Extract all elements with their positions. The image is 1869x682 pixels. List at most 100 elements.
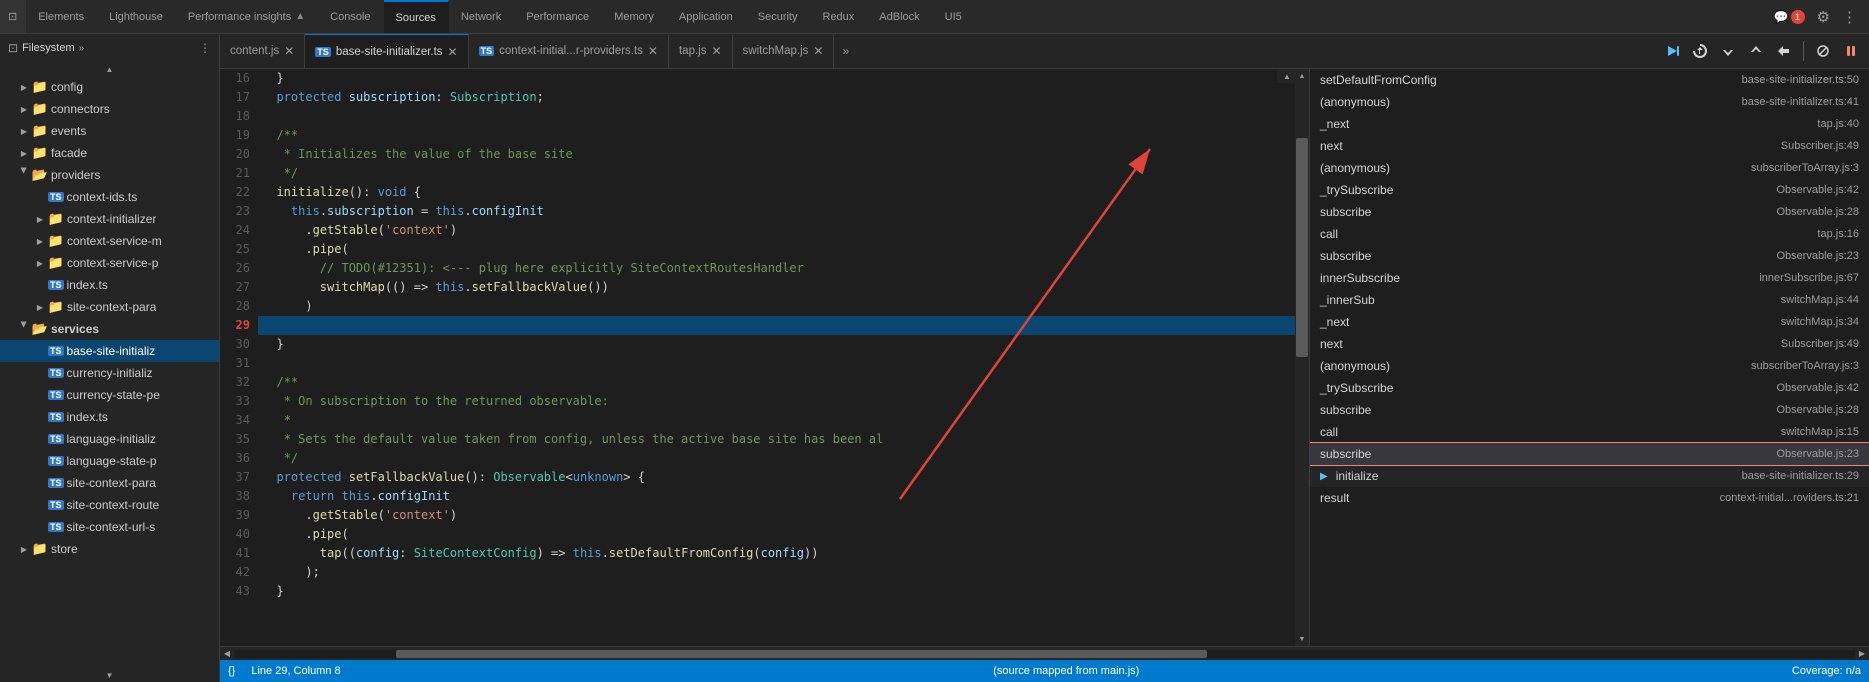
sidebar-item-store[interactable]: ▶ 📁 store [0,538,219,560]
hscroll-left-btn[interactable]: ◀ [220,649,234,658]
code-content[interactable]: } protected subscription: Subscription; … [258,69,1295,646]
status-curly-braces[interactable]: {} [228,665,235,677]
call-stack-item-result[interactable]: result context-initial...roviders.ts:21 [1310,487,1869,509]
sidebar-options-button[interactable]: ⋮ [199,41,211,55]
sidebar-item-language-state-p[interactable]: TS language-state-p [0,450,219,472]
sidebar-item-providers[interactable]: ▶ 📂 providers [0,164,219,186]
call-stack-item-next-tap[interactable]: _next tap.js:40 [1310,113,1869,135]
file-tab-close-btn[interactable]: ✕ [284,44,294,58]
hscroll-thumb[interactable] [396,650,1207,658]
more-menu-button[interactable]: ⋮ [1838,8,1861,26]
file-tab-content-js[interactable]: content.js ✕ [220,34,305,68]
panel-toggle-btn[interactable]: ⊡ [0,0,26,33]
file-tab-close-btn[interactable]: ✕ [711,44,721,58]
file-tab-tap-js[interactable]: tap.js ✕ [669,34,733,68]
call-stack-file-label: tap.js:16 [1817,228,1859,240]
tab-ui5[interactable]: UI5 [933,0,975,33]
tab-redux-label: Redux [823,11,855,23]
code-editor[interactable]: ▲ 16 17 18 19 20 21 22 23 24 25 26 [220,69,1309,646]
call-stack-item-trysubscribe-1[interactable]: _trySubscribe Observable.js:42 [1310,179,1869,201]
vscroll-up-btn[interactable]: ▲ [1295,69,1309,83]
sidebar-item-services[interactable]: ▶ 📂 services [0,318,219,340]
tab-application[interactable]: Application [667,0,746,33]
file-tab-context-initial[interactable]: TS context-initial...r-providers.ts ✕ [469,34,669,68]
file-tab-base-site-initializer[interactable]: TS base-site-initializer.ts ✕ [305,34,468,68]
tab-redux[interactable]: Redux [811,0,868,33]
call-stack-item-trysubscribe-2[interactable]: _trySubscribe Observable.js:42 [1310,377,1869,399]
sidebar-item-currency-state-pe[interactable]: TS currency-state-pe [0,384,219,406]
file-tab-close-btn[interactable]: ✕ [648,44,658,58]
tab-console[interactable]: Console [318,0,383,33]
sidebar-scroll-down-btn[interactable]: ▼ [0,668,219,682]
settings-icon: ⚙ [1817,9,1830,26]
chat-button[interactable]: 💬 1 [1770,8,1809,26]
file-tabs-more-btn[interactable]: » [834,44,857,58]
debug-pause-btn[interactable] [1839,39,1863,63]
sidebar-item-config[interactable]: ▶ 📁 config [0,76,219,98]
call-stack-item-setdefaultfromconfig[interactable]: setDefaultFromConfig base-site-initializ… [1310,69,1869,91]
debug-step-over-btn[interactable] [1688,39,1712,63]
sidebar-item-language-initializ[interactable]: TS language-initializ [0,428,219,450]
code-scroll-up-btn[interactable]: ▲ [1277,69,1297,83]
sidebar-item-context-ids[interactable]: TS context-ids.ts [0,186,219,208]
status-position[interactable]: Line 29, Column 8 [251,665,340,677]
call-stack-item-anonymous-1[interactable]: (anonymous) base-site-initializer.ts:41 [1310,91,1869,113]
tab-elements[interactable]: Elements [26,0,97,33]
sidebar-item-context-initializer[interactable]: ▶ 📁 context-initializer [0,208,219,230]
sidebar-item-services-index[interactable]: TS index.ts [0,406,219,428]
tab-memory[interactable]: Memory [602,0,667,33]
hscroll-track[interactable] [234,650,1855,658]
debug-step-next-btn[interactable] [1772,39,1796,63]
vscroll-thumb[interactable] [1296,138,1308,358]
call-stack-item-subscribe-2[interactable]: subscribe Observable.js:23 [1310,245,1869,267]
call-stack-item-subscribe-selected[interactable]: subscribe Observable.js:23 [1310,443,1869,465]
debug-resume-btn[interactable] [1660,39,1684,63]
tab-adblock[interactable]: AdBlock [867,0,932,33]
call-stack-item-initialize[interactable]: ▶ initialize base-site-initializer.ts:29 [1310,465,1869,487]
tab-performance[interactable]: Performance [514,0,602,33]
sidebar-item-site-context-para-providers[interactable]: ▶ 📁 site-context-para [0,296,219,318]
call-stack-item-anonymous-2[interactable]: (anonymous) subscriberToArray.js:3 [1310,157,1869,179]
sidebar-item-connectors[interactable]: ▶ 📁 connectors [0,98,219,120]
sidebar-item-context-service-m[interactable]: ▶ 📁 context-service-m [0,230,219,252]
settings-button[interactable]: ⚙ [1813,8,1834,26]
sidebar-scroll-up-btn[interactable]: ▲ [0,62,219,76]
sidebar-expand-icon[interactable]: » [79,43,85,54]
debug-deactivate-btn[interactable] [1811,39,1835,63]
call-stack-item-innersubscribe[interactable]: innerSubscribe innerSubscribe.js:67 [1310,267,1869,289]
sidebar-item-site-context-para-svc[interactable]: TS site-context-para [0,472,219,494]
sidebar-item-site-context-route[interactable]: TS site-context-route [0,494,219,516]
code-scrollbar[interactable]: ▲ ▼ [1295,69,1309,646]
tab-performance-insights[interactable]: Performance insights ▲ [176,0,318,33]
sidebar-item-context-service-p[interactable]: ▶ 📁 context-service-p [0,252,219,274]
sidebar-item-base-site-initializer[interactable]: TS base-site-initializ [0,340,219,362]
call-stack-item-subscribe-1[interactable]: subscribe Observable.js:28 [1310,201,1869,223]
call-stack-item-next-subscriber[interactable]: next Subscriber.js:49 [1310,135,1869,157]
sidebar-panel-icon[interactable]: ⊡ [8,41,18,55]
call-stack-item-subscribe-3[interactable]: subscribe Observable.js:28 [1310,399,1869,421]
sidebar-item-currency-initializ[interactable]: TS currency-initializ [0,362,219,384]
debug-step-out-btn[interactable] [1744,39,1768,63]
debug-step-into-btn[interactable] [1716,39,1740,63]
call-stack-item-next-subscriber-2[interactable]: next Subscriber.js:49 [1310,333,1869,355]
call-stack-item-next-switchmap[interactable]: _next switchMap.js:34 [1310,311,1869,333]
vscroll-down-btn[interactable]: ▼ [1295,632,1309,646]
sidebar-item-providers-index[interactable]: TS index.ts [0,274,219,296]
call-stack-item-call-switchmap[interactable]: call switchMap.js:15 [1310,421,1869,443]
tab-sources[interactable]: Sources [384,0,449,33]
call-stack-item-innersub[interactable]: _innerSub switchMap.js:44 [1310,289,1869,311]
call-stack-item-call-tap[interactable]: call tap.js:16 [1310,223,1869,245]
tab-security[interactable]: Security [746,0,811,33]
call-stack-file-label: Subscriber.js:49 [1781,338,1859,350]
code-line-20: * Initializes the value of the base site [258,145,1295,164]
tab-lighthouse[interactable]: Lighthouse [97,0,176,33]
file-tab-close-btn[interactable]: ✕ [813,44,823,58]
file-tab-close-btn[interactable]: ✕ [448,45,458,59]
sidebar-item-site-context-url-s[interactable]: TS site-context-url-s [0,516,219,538]
sidebar-item-facade[interactable]: ▶ 📁 facade [0,142,219,164]
sidebar-item-events[interactable]: ▶ 📁 events [0,120,219,142]
file-tab-switchmap-js[interactable]: switchMap.js ✕ [733,34,835,68]
tab-network[interactable]: Network [449,0,514,33]
call-stack-item-anonymous-3[interactable]: (anonymous) subscriberToArray.js:3 [1310,355,1869,377]
hscroll-right-btn[interactable]: ▶ [1855,649,1869,658]
